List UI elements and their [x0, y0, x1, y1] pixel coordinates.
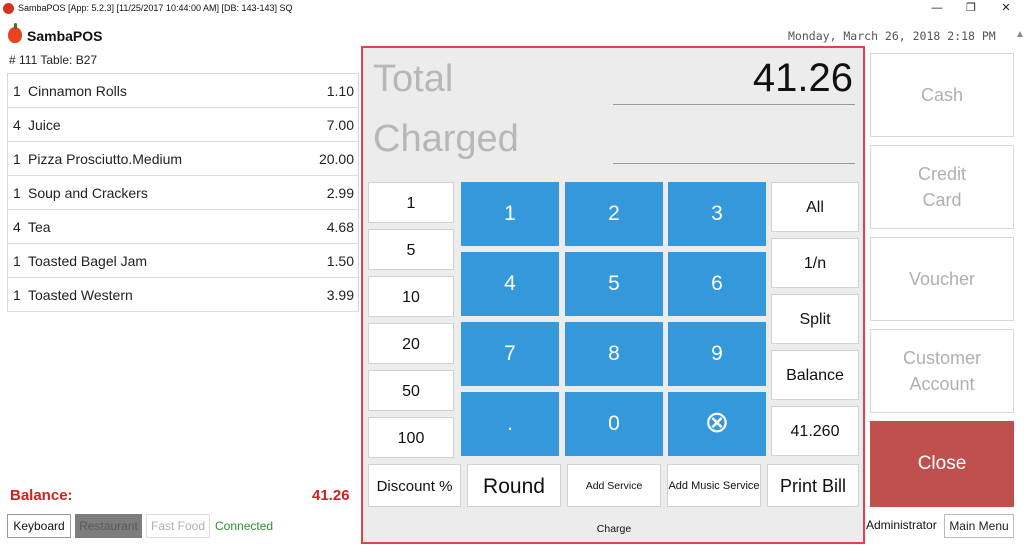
keypad-0-button[interactable]: 0	[565, 392, 663, 456]
keypad-6-button[interactable]: 6	[668, 252, 766, 316]
print-bill-button[interactable]: Print Bill	[767, 464, 859, 507]
scroll-up-icon[interactable]: ▲	[1015, 29, 1024, 40]
total-label: Total	[373, 58, 454, 100]
ticket-header: # 111 Table: B27	[9, 53, 98, 67]
cash-button[interactable]: Cash	[870, 53, 1014, 137]
order-qty: 1	[13, 151, 21, 167]
order-name: Soup and Crackers	[28, 185, 148, 201]
clear-icon[interactable]: ⊗	[668, 392, 766, 456]
payment-panel: Total 41.26 Charged 1 5 10 20 50 100 1 2…	[361, 46, 865, 544]
order-name: Toasted Bagel Jam	[28, 253, 148, 269]
order-price: 2.99	[326, 185, 354, 201]
charged-input-line[interactable]	[613, 163, 855, 164]
round-button[interactable]: Round	[467, 464, 561, 507]
keypad-8-button[interactable]: 8	[565, 322, 663, 386]
keypad-9-button[interactable]: 9	[668, 322, 766, 386]
balance-label: Balance:	[10, 487, 73, 504]
keypad-2-button[interactable]: 2	[565, 182, 663, 246]
remaining-amount-button[interactable]: 41.260	[771, 406, 859, 456]
close-button[interactable]: Close	[870, 421, 1014, 507]
order-name: Tea	[28, 219, 51, 235]
balance-button[interactable]: Balance	[771, 350, 859, 400]
divider	[613, 104, 855, 105]
order-row[interactable]: 1 Toasted Bagel Jam 1.50	[8, 244, 358, 278]
user-name: Administrator	[866, 518, 937, 532]
voucher-button[interactable]: Voucher	[870, 237, 1014, 321]
order-row[interactable]: 1 Cinnamon Rolls 1.10	[8, 74, 358, 108]
keypad-5-button[interactable]: 5	[565, 252, 663, 316]
order-row[interactable]: 1 Soup and Crackers 2.99	[8, 176, 358, 210]
split-button[interactable]: Split	[771, 294, 859, 344]
order-row[interactable]: 4 Juice 7.00	[8, 108, 358, 142]
window-title: SambaPOS [App: 5.2.3] [11/25/2017 10:44:…	[18, 3, 293, 13]
main-menu-button[interactable]: Main Menu	[944, 514, 1014, 538]
keypad-decimal-button[interactable]: .	[461, 392, 559, 456]
quick-amount-button[interactable]: 5	[368, 229, 454, 270]
discount-button[interactable]: Discount %	[368, 464, 461, 507]
order-list: 1 Cinnamon Rolls 1.10 4 Juice 7.00 1 Piz…	[7, 73, 359, 312]
keypad-3-button[interactable]: 3	[668, 182, 766, 246]
order-price: 4.68	[326, 219, 354, 235]
keyboard-button[interactable]: Keyboard	[7, 514, 71, 538]
order-row[interactable]: 1 Pizza Prosciutto.Medium 20.00	[8, 142, 358, 176]
order-qty: 1	[13, 185, 21, 201]
app-icon	[3, 3, 14, 14]
close-window-icon[interactable]: ✕	[989, 0, 1023, 18]
pay-all-button[interactable]: All	[771, 182, 859, 232]
quick-amount-button[interactable]: 1	[368, 182, 454, 223]
title-bar: SambaPOS [App: 5.2.3] [11/25/2017 10:44:…	[0, 0, 1024, 18]
credit-card-button[interactable]: Credit Card	[870, 145, 1014, 229]
order-price: 1.10	[326, 83, 354, 99]
order-qty: 4	[13, 219, 21, 235]
order-price: 1.50	[326, 253, 354, 269]
customer-account-button[interactable]: Customer Account	[870, 329, 1014, 413]
order-row[interactable]: 1 Toasted Western 3.99	[8, 278, 358, 312]
order-name: Juice	[28, 117, 61, 133]
order-name: Cinnamon Rolls	[28, 83, 127, 99]
order-price: 7.00	[326, 117, 354, 133]
keypad-1-button[interactable]: 1	[461, 182, 559, 246]
quick-amount-button[interactable]: 10	[368, 276, 454, 317]
order-name: Toasted Western	[28, 287, 133, 303]
add-service-charge-button[interactable]: Add Service Charge	[567, 464, 661, 535]
one-over-n-button[interactable]: 1/n	[771, 238, 859, 288]
order-qty: 1	[13, 83, 21, 99]
keypad-4-button[interactable]: 4	[461, 252, 559, 316]
order-row[interactable]: 4 Tea 4.68	[8, 210, 358, 244]
charged-label: Charged	[373, 118, 519, 160]
order-price: 3.99	[326, 287, 354, 303]
keypad-7-button[interactable]: 7	[461, 322, 559, 386]
order-qty: 4	[13, 117, 21, 133]
datetime-display: Monday, March 26, 2018 2:18 PM	[788, 29, 996, 43]
total-value: 41.26	[752, 56, 853, 100]
quick-amount-button[interactable]: 20	[368, 323, 454, 364]
order-qty: 1	[13, 253, 21, 269]
restaurant-button[interactable]: Restaurant	[75, 514, 142, 538]
app-logo-text: SambaPOS	[27, 28, 103, 44]
sambapos-logo-icon	[8, 23, 22, 43]
balance-value: 41.26	[312, 487, 350, 504]
order-qty: 1	[13, 287, 21, 303]
connection-status: Connected	[215, 519, 274, 533]
fast-food-button[interactable]: Fast Food	[146, 514, 210, 538]
restore-icon[interactable]: ❐	[954, 0, 988, 18]
order-price: 20.00	[318, 151, 354, 167]
quick-amount-button[interactable]: 50	[368, 370, 454, 411]
add-music-service-button[interactable]: Add Music Service	[667, 464, 761, 507]
minimize-icon[interactable]: —	[920, 0, 954, 18]
order-name: Pizza Prosciutto.Medium	[28, 151, 183, 167]
quick-amount-button[interactable]: 100	[368, 417, 454, 458]
